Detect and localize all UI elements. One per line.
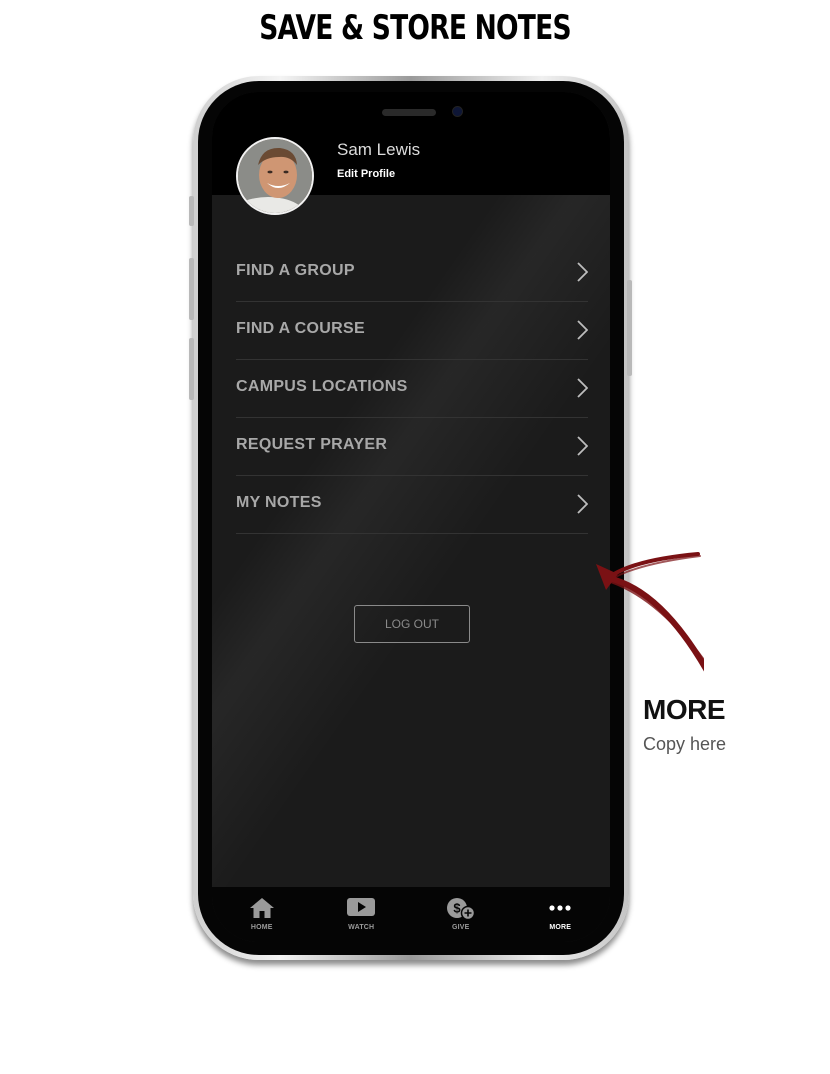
play-icon: [347, 898, 376, 916]
user-name: Sam Lewis: [337, 140, 421, 159]
tab-label: WATCH: [348, 924, 375, 931]
side-button-silent: [189, 196, 194, 226]
menu-item-label: MY NOTES: [236, 494, 322, 511]
chevron-right-icon: [577, 262, 588, 282]
menu-item-label: FIND A GROUP: [236, 262, 355, 279]
chevron-right-icon: [577, 378, 588, 398]
callout-arrow-icon: [596, 552, 704, 672]
menu-item-label: CAMPUS LOCATIONS: [236, 378, 408, 395]
menu-item-find-a-course[interactable]: FIND A COURSE: [236, 302, 588, 360]
home-icon: [249, 898, 274, 918]
tab-label: GIVE: [451, 924, 470, 931]
front-camera: [452, 106, 463, 117]
chevron-right-icon: [577, 320, 588, 340]
more-menu: FIND A GROUP FIND A COURSE CAMPUS LOCATI…: [236, 244, 588, 534]
give-icon: $: [446, 898, 475, 921]
callout-title: MORE: [643, 694, 726, 725]
tab-watch[interactable]: WATCH: [312, 887, 412, 942]
menu-item-request-prayer[interactable]: REQUEST PRAYER: [236, 418, 588, 476]
edit-profile-link[interactable]: Edit Profile: [337, 168, 395, 180]
tab-bar: HOME WATCH $ GIVE MORE: [212, 887, 610, 942]
side-button-volume-up: [189, 258, 194, 320]
tab-label: MORE: [549, 924, 572, 931]
callout-copy: Copy here: [643, 734, 727, 754]
logout-button[interactable]: LOG OUT: [354, 605, 470, 643]
svg-text:$: $: [453, 901, 461, 916]
tab-give[interactable]: $ GIVE: [411, 887, 511, 942]
menu-item-label: FIND A COURSE: [236, 320, 365, 337]
page-title: SAVE & STORE NOTES: [259, 8, 571, 48]
side-button-volume-down: [189, 338, 194, 400]
menu-item-find-a-group[interactable]: FIND A GROUP: [236, 244, 588, 302]
speaker-grille: [382, 109, 436, 116]
tab-label: HOME: [250, 924, 273, 931]
avatar[interactable]: [236, 137, 314, 215]
menu-item-campus-locations[interactable]: CAMPUS LOCATIONS: [236, 360, 588, 418]
chevron-right-icon: [577, 436, 588, 456]
more-dots-icon: [549, 905, 571, 911]
side-button-power: [627, 280, 632, 376]
chevron-right-icon: [577, 494, 588, 514]
tab-home[interactable]: HOME: [212, 887, 312, 942]
phone-screen: Sam Lewis Edit Profile FIND A GROUP FIND…: [212, 92, 610, 942]
menu-item-label: REQUEST PRAYER: [236, 436, 388, 453]
menu-item-my-notes[interactable]: MY NOTES: [236, 476, 588, 534]
tab-more[interactable]: MORE: [511, 887, 611, 942]
